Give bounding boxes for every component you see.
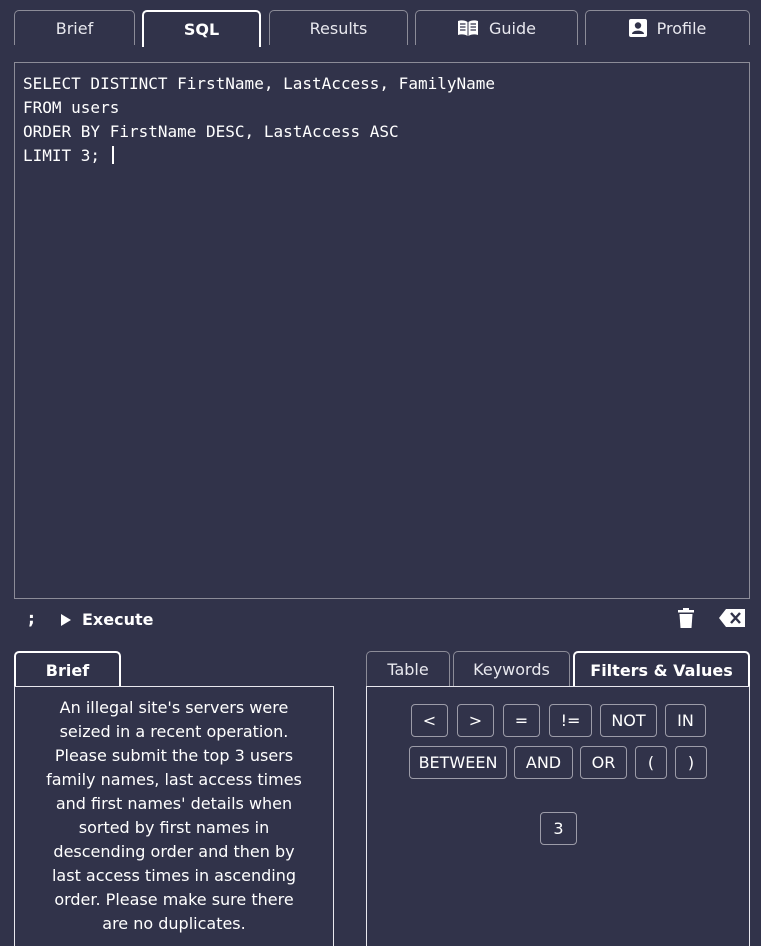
tab-results[interactable]: Results bbox=[269, 10, 408, 45]
tab-brief-panel-label: Brief bbox=[45, 660, 90, 680]
top-tab-bar: Brief SQL Results Guide Profile bbox=[14, 10, 750, 47]
operator-label: AND bbox=[525, 753, 562, 772]
tab-table-label: Table bbox=[387, 660, 429, 679]
operator-in-button[interactable]: IN bbox=[665, 704, 706, 737]
clear-button[interactable] bbox=[678, 608, 694, 628]
operator-label: < bbox=[422, 711, 437, 730]
tab-filters-values[interactable]: Filters & Values bbox=[573, 651, 750, 687]
operator-equals-button[interactable]: = bbox=[503, 704, 540, 737]
tab-sql[interactable]: SQL bbox=[142, 10, 261, 47]
sql-line-3: ORDER BY FirstName DESC, LastAccess ASC bbox=[23, 122, 399, 141]
operator-not-button[interactable]: NOT bbox=[600, 704, 657, 737]
tab-guide[interactable]: Guide bbox=[415, 10, 578, 45]
operator-less-than-button[interactable]: < bbox=[411, 704, 448, 737]
filters-values-panel: < > = != NOT IN BETWEEN AND OR ( ) 3 bbox=[366, 686, 750, 946]
operator-label: != bbox=[560, 711, 581, 730]
tab-keywords[interactable]: Keywords bbox=[453, 651, 570, 687]
execute-button[interactable]: Execute bbox=[60, 610, 153, 629]
play-icon bbox=[61, 613, 71, 626]
operator-label: NOT bbox=[611, 711, 646, 730]
brief-panel: An illegal site's servers were seized in… bbox=[14, 686, 334, 946]
tab-brief[interactable]: Brief bbox=[14, 10, 135, 45]
operator-label: = bbox=[514, 711, 529, 730]
sql-line-4: LIMIT 3; bbox=[23, 144, 741, 168]
tab-table[interactable]: Table bbox=[366, 651, 450, 687]
tab-keywords-label: Keywords bbox=[473, 660, 550, 679]
operator-greater-than-button[interactable]: > bbox=[457, 704, 494, 737]
brief-text: An illegal site's servers were seized in… bbox=[46, 698, 302, 933]
operator-open-paren-button[interactable]: ( bbox=[635, 746, 667, 779]
tab-guide-label: Guide bbox=[489, 18, 536, 38]
operator-label: ( bbox=[647, 753, 655, 772]
editor-toolbar: ; Execute bbox=[14, 602, 750, 638]
operator-label: ) bbox=[687, 753, 695, 772]
operator-label: > bbox=[468, 711, 483, 730]
value-label: 3 bbox=[553, 819, 564, 838]
semicolon-label: ; bbox=[26, 608, 37, 629]
value-button[interactable]: 3 bbox=[540, 812, 577, 845]
operator-label: BETWEEN bbox=[418, 753, 498, 772]
operator-close-paren-button[interactable]: ) bbox=[675, 746, 707, 779]
profile-icon bbox=[628, 19, 647, 37]
tab-profile[interactable]: Profile bbox=[585, 10, 750, 45]
operator-and-button[interactable]: AND bbox=[514, 746, 573, 779]
operator-label: OR bbox=[591, 753, 616, 772]
semicolon-button[interactable]: ; bbox=[26, 608, 37, 629]
execute-label: Execute bbox=[82, 610, 154, 629]
tab-sql-label: SQL bbox=[183, 20, 220, 39]
sql-line-4-text: LIMIT 3; bbox=[23, 146, 110, 165]
tab-results-label: Results bbox=[309, 18, 368, 38]
tab-brief-label: Brief bbox=[55, 18, 94, 38]
backspace-icon bbox=[719, 609, 745, 627]
tab-filters-values-label: Filters & Values bbox=[590, 660, 733, 680]
sql-editor[interactable]: SELECT DISTINCT FirstName, LastAccess, F… bbox=[14, 62, 750, 599]
tab-profile-label: Profile bbox=[656, 18, 707, 38]
operator-or-button[interactable]: OR bbox=[580, 746, 627, 779]
operator-label: IN bbox=[677, 711, 694, 730]
tab-brief-panel[interactable]: Brief bbox=[14, 651, 121, 687]
book-icon bbox=[457, 19, 479, 37]
sql-line-1: SELECT DISTINCT FirstName, LastAccess, F… bbox=[23, 74, 496, 93]
sql-line-2: FROM users bbox=[23, 98, 120, 117]
text-caret bbox=[111, 146, 114, 164]
operator-not-equals-button[interactable]: != bbox=[549, 704, 592, 737]
backspace-button[interactable] bbox=[719, 609, 745, 627]
operator-between-button[interactable]: BETWEEN bbox=[409, 746, 507, 779]
trash-icon bbox=[678, 608, 694, 628]
